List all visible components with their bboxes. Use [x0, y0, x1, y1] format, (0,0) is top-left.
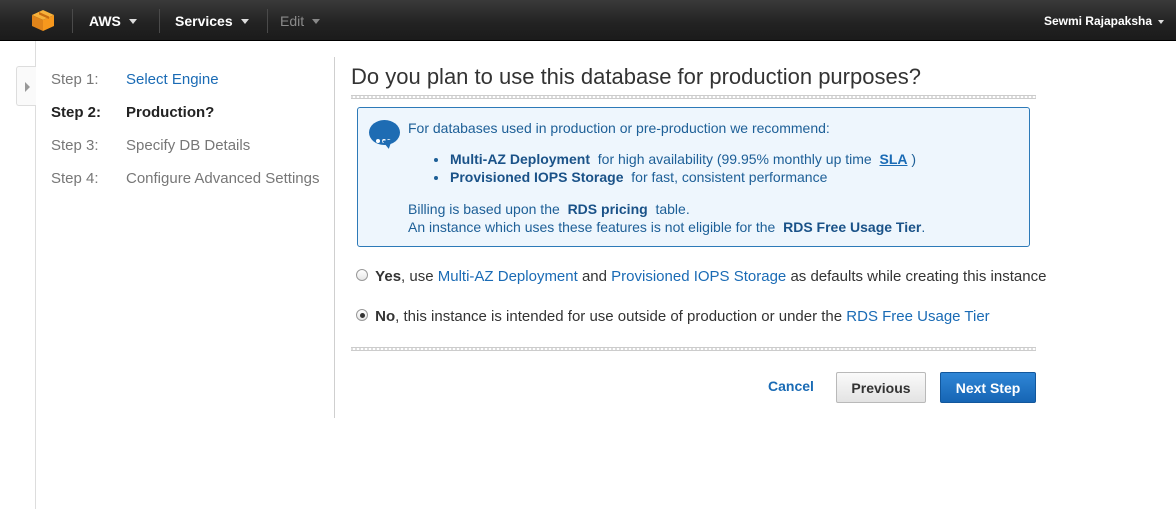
info-billing: Billing is based upon the RDS pricing ta…	[408, 201, 690, 217]
recommendation-info-box: For databases used in production or pre-…	[357, 107, 1030, 247]
chevron-down-icon	[312, 18, 321, 24]
step-number: Step 3:	[51, 137, 99, 154]
left-rail-border	[35, 41, 36, 509]
step-specify-db-details: Step 3: Specify DB Details	[51, 136, 250, 156]
speech-bubble-info-icon	[369, 120, 400, 145]
step-number: Step 4:	[51, 170, 99, 187]
step-number: Step 2:	[51, 104, 102, 121]
step-label: Configure Advanced Settings	[126, 170, 320, 187]
cancel-button[interactable]: Cancel	[768, 378, 814, 394]
aws-cube-logo-icon[interactable]	[31, 9, 55, 32]
top-nav-bar: AWS Services Edit Sewmi Rajapaksha	[0, 0, 1176, 41]
piops-strong: Provisioned IOPS Storage	[450, 169, 624, 185]
aws-menu-label: AWS	[89, 13, 121, 29]
info-intro: For databases used in production or pre-…	[408, 120, 830, 136]
chevron-down-icon	[1158, 19, 1164, 24]
yes-use: , use	[401, 268, 434, 285]
rds-free-tier-strong: RDS Free Usage Tier	[783, 219, 922, 235]
page-title: Do you plan to use this database for pro…	[351, 64, 921, 89]
yes-rest: as defaults while creating this instance	[790, 268, 1047, 285]
no-radio[interactable]	[356, 309, 368, 322]
step-select-engine[interactable]: Step 1: Select Engine	[51, 70, 219, 90]
rds-free-usage-tier-link[interactable]: RDS Free Usage Tier	[846, 308, 989, 325]
step-label: Select Engine	[126, 71, 219, 88]
services-menu[interactable]: Services	[175, 0, 249, 41]
no-label: No	[375, 308, 396, 325]
yes-and: and	[581, 268, 607, 285]
nav-separator	[159, 9, 160, 33]
info-free-tier: An instance which uses these features is…	[408, 219, 925, 235]
rds-pricing-strong: RDS pricing	[567, 201, 648, 217]
piops-text: for fast, consistent performance	[631, 169, 828, 185]
services-menu-label: Services	[175, 13, 233, 29]
next-step-button[interactable]: Next Step	[940, 372, 1036, 403]
step-production: Step 2: Production?	[51, 103, 214, 123]
chevron-down-icon	[240, 18, 249, 24]
edit-menu-label: Edit	[280, 13, 305, 29]
step-label: Specify DB Details	[126, 137, 251, 154]
edit-menu[interactable]: Edit	[280, 0, 321, 41]
previous-button[interactable]: Previous	[836, 372, 926, 403]
nav-separator	[72, 9, 73, 33]
no-rest: , this instance is intended for use outs…	[395, 308, 843, 325]
tier-post: .	[921, 219, 926, 235]
multi-az-strong: Multi-AZ Deployment	[450, 151, 590, 167]
nav-separator	[267, 9, 268, 33]
bullet1-close: )	[911, 151, 917, 167]
provisioned-iops-link[interactable]: Provisioned IOPS Storage	[611, 268, 786, 285]
bullet-icon	[434, 176, 438, 180]
step-configure-advanced-settings: Step 4: Configure Advanced Settings	[51, 169, 319, 189]
title-divider	[351, 95, 1036, 99]
yes-label: Yes	[375, 268, 402, 285]
user-name: Sewmi Rajapaksha	[1043, 14, 1152, 28]
aws-menu[interactable]: AWS	[89, 0, 137, 41]
steps-divider	[334, 57, 335, 418]
yes-radio[interactable]	[356, 269, 368, 282]
step-number: Step 1:	[51, 71, 99, 88]
bullet-icon	[434, 158, 438, 162]
info-bullet-multi-az: Multi-AZ Deployment for high availabilit…	[450, 151, 916, 167]
chevron-down-icon	[128, 18, 137, 24]
user-menu[interactable]: Sewmi Rajapaksha	[1044, 0, 1164, 41]
info-bullet-piops: Provisioned IOPS Storage for fast, consi…	[450, 169, 827, 185]
expand-sidebar-arrow-icon[interactable]	[16, 66, 36, 106]
step-label: Production?	[126, 104, 215, 121]
tier-pre: An instance which uses these features is…	[408, 219, 776, 235]
option-yes[interactable]: Yes, use Multi-AZ Deployment and Provisi…	[356, 268, 1046, 285]
options-divider	[351, 347, 1036, 351]
sla-link[interactable]: SLA	[879, 151, 907, 167]
multi-az-link[interactable]: Multi-AZ Deployment	[438, 268, 578, 285]
multi-az-text: for high availability (99.95% monthly up…	[597, 151, 872, 167]
option-no[interactable]: No, this instance is intended for use ou…	[356, 308, 990, 325]
billing-pre: Billing is based upon the	[408, 201, 560, 217]
billing-post: table.	[655, 201, 690, 217]
